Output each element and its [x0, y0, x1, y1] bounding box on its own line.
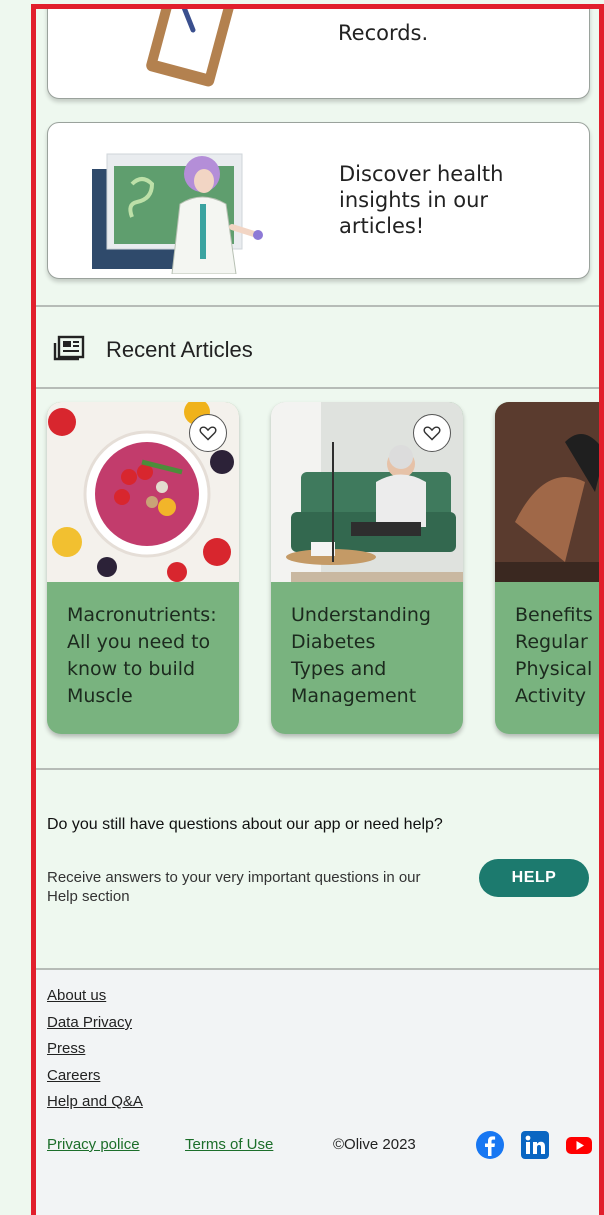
- favorite-button[interactable]: [189, 414, 227, 452]
- article-card-diabetes[interactable]: Understanding Diabetes Types and Managem…: [271, 402, 463, 734]
- favorite-button[interactable]: [413, 414, 451, 452]
- youtube-icon[interactable]: [564, 1130, 594, 1160]
- help-question: Do you still have questions about our ap…: [47, 816, 443, 833]
- article-card-physical-activity[interactable]: Benefits Regular Physical Activity: [495, 402, 599, 734]
- doctor-presentation-illustration: [92, 153, 263, 274]
- privacy-policy-link[interactable]: Privacy police: [47, 1136, 140, 1153]
- linkedin-icon[interactable]: [520, 1130, 550, 1160]
- footer-link-help-qa[interactable]: Help and Q&A: [47, 1093, 143, 1110]
- article-subtitle: Regular Physical Activity: [515, 631, 593, 707]
- facebook-icon[interactable]: [475, 1130, 505, 1160]
- footer-link-about[interactable]: About us: [47, 987, 106, 1004]
- health-records-card[interactable]: Records.: [47, 9, 590, 99]
- section-divider: [36, 305, 599, 307]
- section-divider: [36, 768, 599, 770]
- article-title: Macronutrients:: [67, 604, 217, 626]
- clipboard-illustration: [146, 9, 238, 87]
- article-title: Benefits: [515, 604, 593, 626]
- copyright-text: ©Olive 2023: [333, 1136, 416, 1153]
- records-text: Records.: [338, 21, 429, 45]
- articles-card[interactable]: Discover health insights in our articles…: [47, 122, 590, 279]
- footer-link-careers[interactable]: Careers: [47, 1067, 100, 1084]
- article-title: Understanding Diabetes: [291, 604, 431, 653]
- terms-of-use-link[interactable]: Terms of Use: [185, 1136, 273, 1153]
- heart-outline-icon: [199, 426, 217, 441]
- help-description: Receive answers to your very important q…: [47, 869, 421, 905]
- exercise-photo: [495, 402, 599, 582]
- footer-link-data-privacy[interactable]: Data Privacy: [47, 1014, 132, 1031]
- page-content: Records. Discover health insights in our…: [36, 9, 599, 1215]
- article-subtitle: All you need to know to build Muscle: [67, 631, 211, 707]
- footer-link-press[interactable]: Press: [47, 1040, 85, 1057]
- article-card-macronutrients[interactable]: Macronutrients: All you need to know to …: [47, 402, 239, 734]
- help-button[interactable]: HELP: [479, 859, 589, 897]
- phone-frame: Records. Discover health insights in our…: [31, 4, 604, 1215]
- newspaper-icon: [53, 335, 85, 361]
- section-divider: [36, 387, 599, 389]
- heart-outline-icon: [423, 426, 441, 441]
- recent-articles-title: Recent Articles: [106, 337, 253, 362]
- articles-promo-text: Discover health insights in our articles…: [339, 162, 504, 238]
- article-subtitle: Types and Management: [291, 658, 417, 707]
